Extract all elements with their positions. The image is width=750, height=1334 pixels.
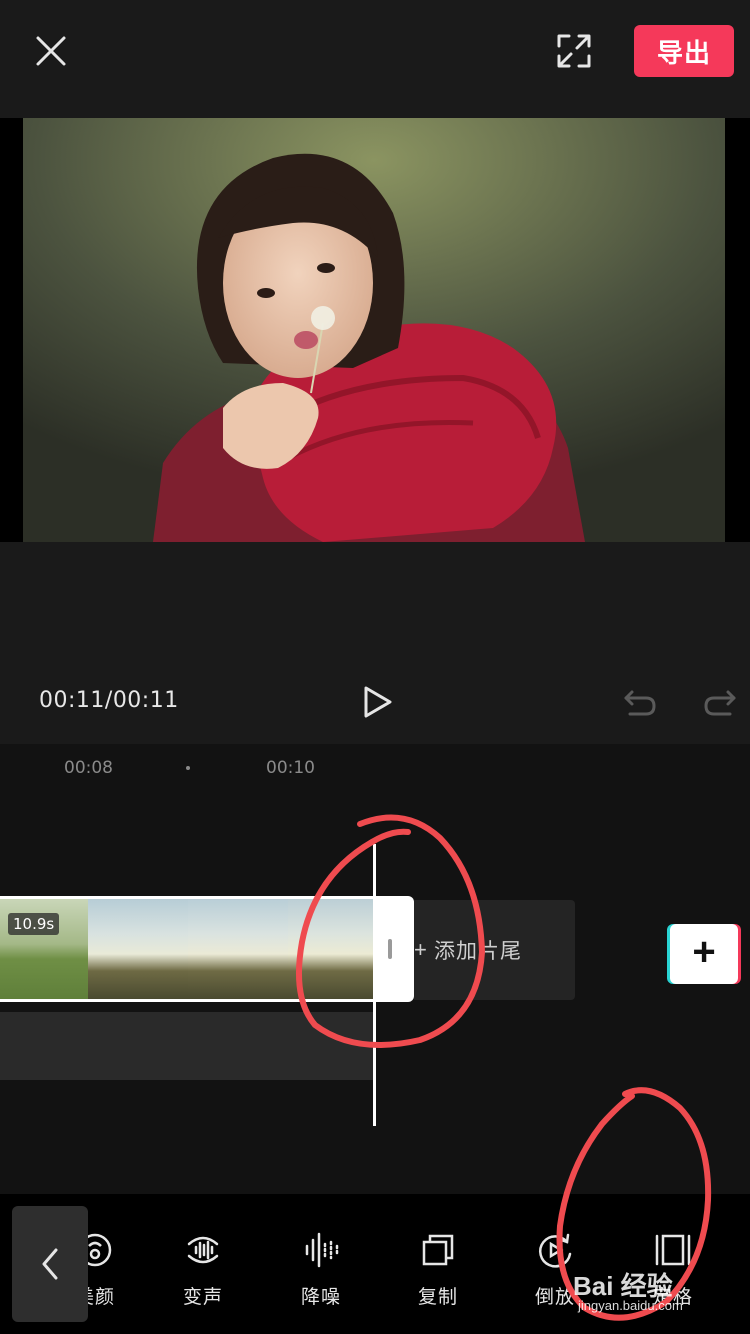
plus-icon: + [692,930,716,974]
tool-freeze-frame[interactable]: 定格 [618,1194,728,1334]
video-preview[interactable] [0,118,750,542]
export-button[interactable]: 导出 [634,25,734,77]
trim-grip [388,939,392,959]
clip-trim-handle[interactable] [374,899,411,999]
player-controls: 00:11/00:11 [0,542,750,744]
playhead[interactable] [373,844,376,1126]
clip-thumbnail [188,899,288,999]
redo-button[interactable] [702,684,738,720]
video-clip[interactable]: 10.9s [0,896,414,1002]
copy-icon [422,1234,454,1266]
plus-icon: + [414,937,427,962]
preview-image [23,118,725,542]
freeze-frame-icon [655,1234,691,1266]
bottom-toolbar: 美颜 变声 降噪 复制 倒放 定格 [0,1194,750,1334]
tool-label: 降噪 [300,1287,341,1308]
ruler-mark: 00:08 [64,758,113,778]
tool-label: 变声 [182,1287,223,1308]
chevron-left-icon [42,1248,58,1280]
ruler-mark: 00:10 [266,758,315,778]
tool-voice-change[interactable]: 变声 [148,1194,258,1334]
tool-reverse[interactable]: 倒放 [500,1194,610,1334]
play-icon [364,686,392,718]
add-ending-label: 添加片尾 [434,940,522,963]
tool-label: 复制 [417,1287,458,1308]
clip-thumbnail [288,899,374,999]
tool-noise-reduction[interactable]: 降噪 [266,1194,376,1334]
voice-change-icon [187,1236,219,1264]
undo-button[interactable] [622,684,658,720]
undo-icon [624,690,656,716]
tool-label: 定格 [652,1287,693,1308]
play-button[interactable] [358,682,396,722]
top-bar: 导出 [0,0,750,118]
close-button[interactable] [28,28,74,74]
add-clip-button[interactable]: + [670,924,738,984]
close-icon [36,36,66,66]
clip-thumbnail [88,899,188,999]
audio-track[interactable] [0,1012,374,1080]
add-ending-button[interactable]: + 添加片尾 [414,900,575,1000]
noise-reduction-icon [305,1232,339,1268]
ruler-dot [186,766,190,770]
tool-label: 倒放 [534,1287,575,1308]
tool-copy[interactable]: 复制 [383,1194,493,1334]
timecode: 00:11/00:11 [39,688,179,713]
redo-icon [704,690,736,716]
reverse-icon [539,1233,572,1268]
clip-duration-badge: 10.9s [8,913,60,935]
back-button[interactable] [12,1206,88,1322]
fullscreen-button[interactable] [553,30,595,72]
timeline[interactable]: 00:08 00:10 10.9s + 添加片尾 + [0,744,750,1194]
fullscreen-icon [557,34,591,68]
